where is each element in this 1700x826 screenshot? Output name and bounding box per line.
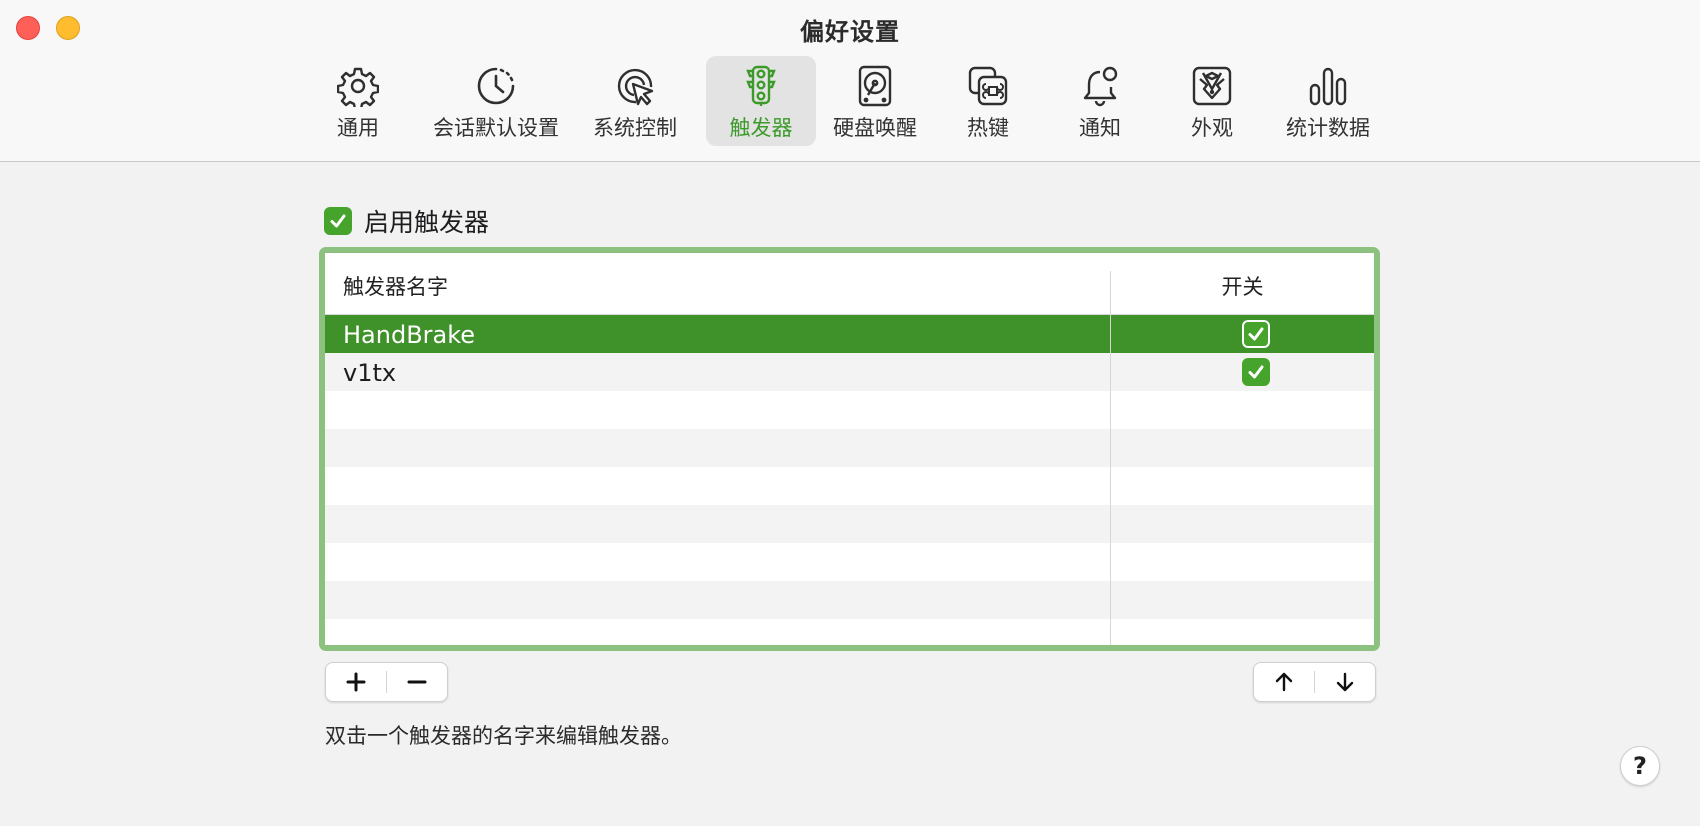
empty-row: [325, 505, 1374, 543]
empty-row: [325, 391, 1374, 429]
tab-notifications-label: 通知: [1079, 116, 1121, 140]
column-header-toggle[interactable]: 开关: [1111, 271, 1374, 301]
window-title: 偏好设置: [800, 18, 900, 46]
table-row[interactable]: HandBrake: [325, 315, 1374, 353]
tab-general[interactable]: 通用: [313, 56, 403, 146]
trigger-name[interactable]: HandBrake: [343, 321, 475, 349]
checkmark-icon: [1248, 365, 1264, 379]
tab-triggers-label: 触发器: [729, 116, 793, 140]
trigger-enabled-checkbox[interactable]: [1242, 320, 1270, 348]
tab-session-defaults-label: 会话默认设置: [433, 116, 559, 140]
tab-disk-wake-label: 硬盘唤醒: [833, 116, 917, 140]
add-remove-buttons: [325, 662, 448, 702]
table-row[interactable]: v1tx: [325, 353, 1374, 391]
tab-notifications[interactable]: 通知: [1056, 56, 1144, 146]
titlebar: 偏好设置 通用 会话默认设置 系统控制 触发器 硬盘唤醒 热键 通知 外观 统计…: [0, 0, 1700, 162]
empty-row: [325, 543, 1374, 581]
triggers-table[interactable]: 触发器名字 开关 HandBrake v1tx: [319, 247, 1380, 651]
minus-icon: [407, 680, 427, 684]
command-key-icon: [968, 66, 1008, 106]
tab-statistics[interactable]: 统计数据: [1278, 56, 1378, 146]
tab-hotkeys[interactable]: 热键: [944, 56, 1032, 146]
move-down-button[interactable]: [1315, 663, 1375, 701]
trigger-name[interactable]: v1tx: [343, 359, 396, 387]
bell-icon: [1083, 66, 1118, 107]
move-up-button[interactable]: [1254, 663, 1314, 701]
empty-row: [325, 581, 1374, 619]
empty-row: [325, 467, 1374, 505]
checkmark-icon: [1248, 327, 1264, 341]
tab-statistics-label: 统计数据: [1286, 116, 1370, 140]
tab-system-control-label: 系统控制: [593, 116, 677, 140]
tab-appearance-label: 外观: [1191, 116, 1233, 140]
enable-triggers-row: 启用触发器: [324, 203, 489, 239]
enable-triggers-label: 启用触发器: [364, 208, 490, 237]
enable-triggers-checkbox[interactable]: [324, 207, 352, 235]
arrow-up-icon: [1275, 672, 1293, 692]
traffic-light-icon: [746, 65, 776, 106]
tab-disk-wake[interactable]: 硬盘唤醒: [825, 56, 925, 146]
help-button[interactable]: ?: [1620, 746, 1660, 786]
remove-trigger-button[interactable]: [387, 663, 447, 701]
empty-row: [325, 429, 1374, 467]
tab-session-defaults[interactable]: 会话默认设置: [422, 56, 570, 146]
preferences-window: 偏好设置 通用 会话默认设置 系统控制 触发器 硬盘唤醒 热键 通知 外观 统计…: [0, 0, 1700, 826]
tab-general-label: 通用: [337, 116, 379, 140]
clock-icon: [477, 67, 515, 105]
bar-chart-icon: [1309, 67, 1347, 106]
tab-triggers[interactable]: 触发器: [706, 56, 816, 146]
column-header-name[interactable]: 触发器名字: [343, 271, 448, 301]
tab-appearance[interactable]: 外观: [1168, 56, 1256, 146]
add-trigger-button[interactable]: [326, 663, 386, 701]
column-divider: [1110, 271, 1111, 645]
hard-drive-icon: [858, 65, 892, 107]
table-body: HandBrake v1tx: [325, 315, 1374, 645]
plus-icon: [346, 672, 366, 692]
arrow-down-icon: [1336, 672, 1354, 692]
cursor-target-icon: [617, 68, 654, 106]
preferences-toolbar: 通用 会话默认设置 系统控制 触发器 硬盘唤醒 热键 通知 外观 统计数据: [0, 56, 1700, 146]
tab-hotkeys-label: 热键: [967, 116, 1009, 140]
tab-system-control[interactable]: 系统控制: [585, 56, 685, 146]
trigger-enabled-checkbox[interactable]: [1242, 358, 1270, 386]
table-header: 触发器名字 开关: [325, 253, 1374, 315]
reorder-buttons: [1253, 662, 1376, 702]
tuxedo-icon: [1192, 66, 1232, 106]
checkmark-icon: [330, 214, 346, 228]
empty-row: [325, 619, 1374, 645]
edit-hint-text: 双击一个触发器的名字来编辑触发器。: [325, 724, 682, 748]
gear-icon: [337, 67, 379, 107]
